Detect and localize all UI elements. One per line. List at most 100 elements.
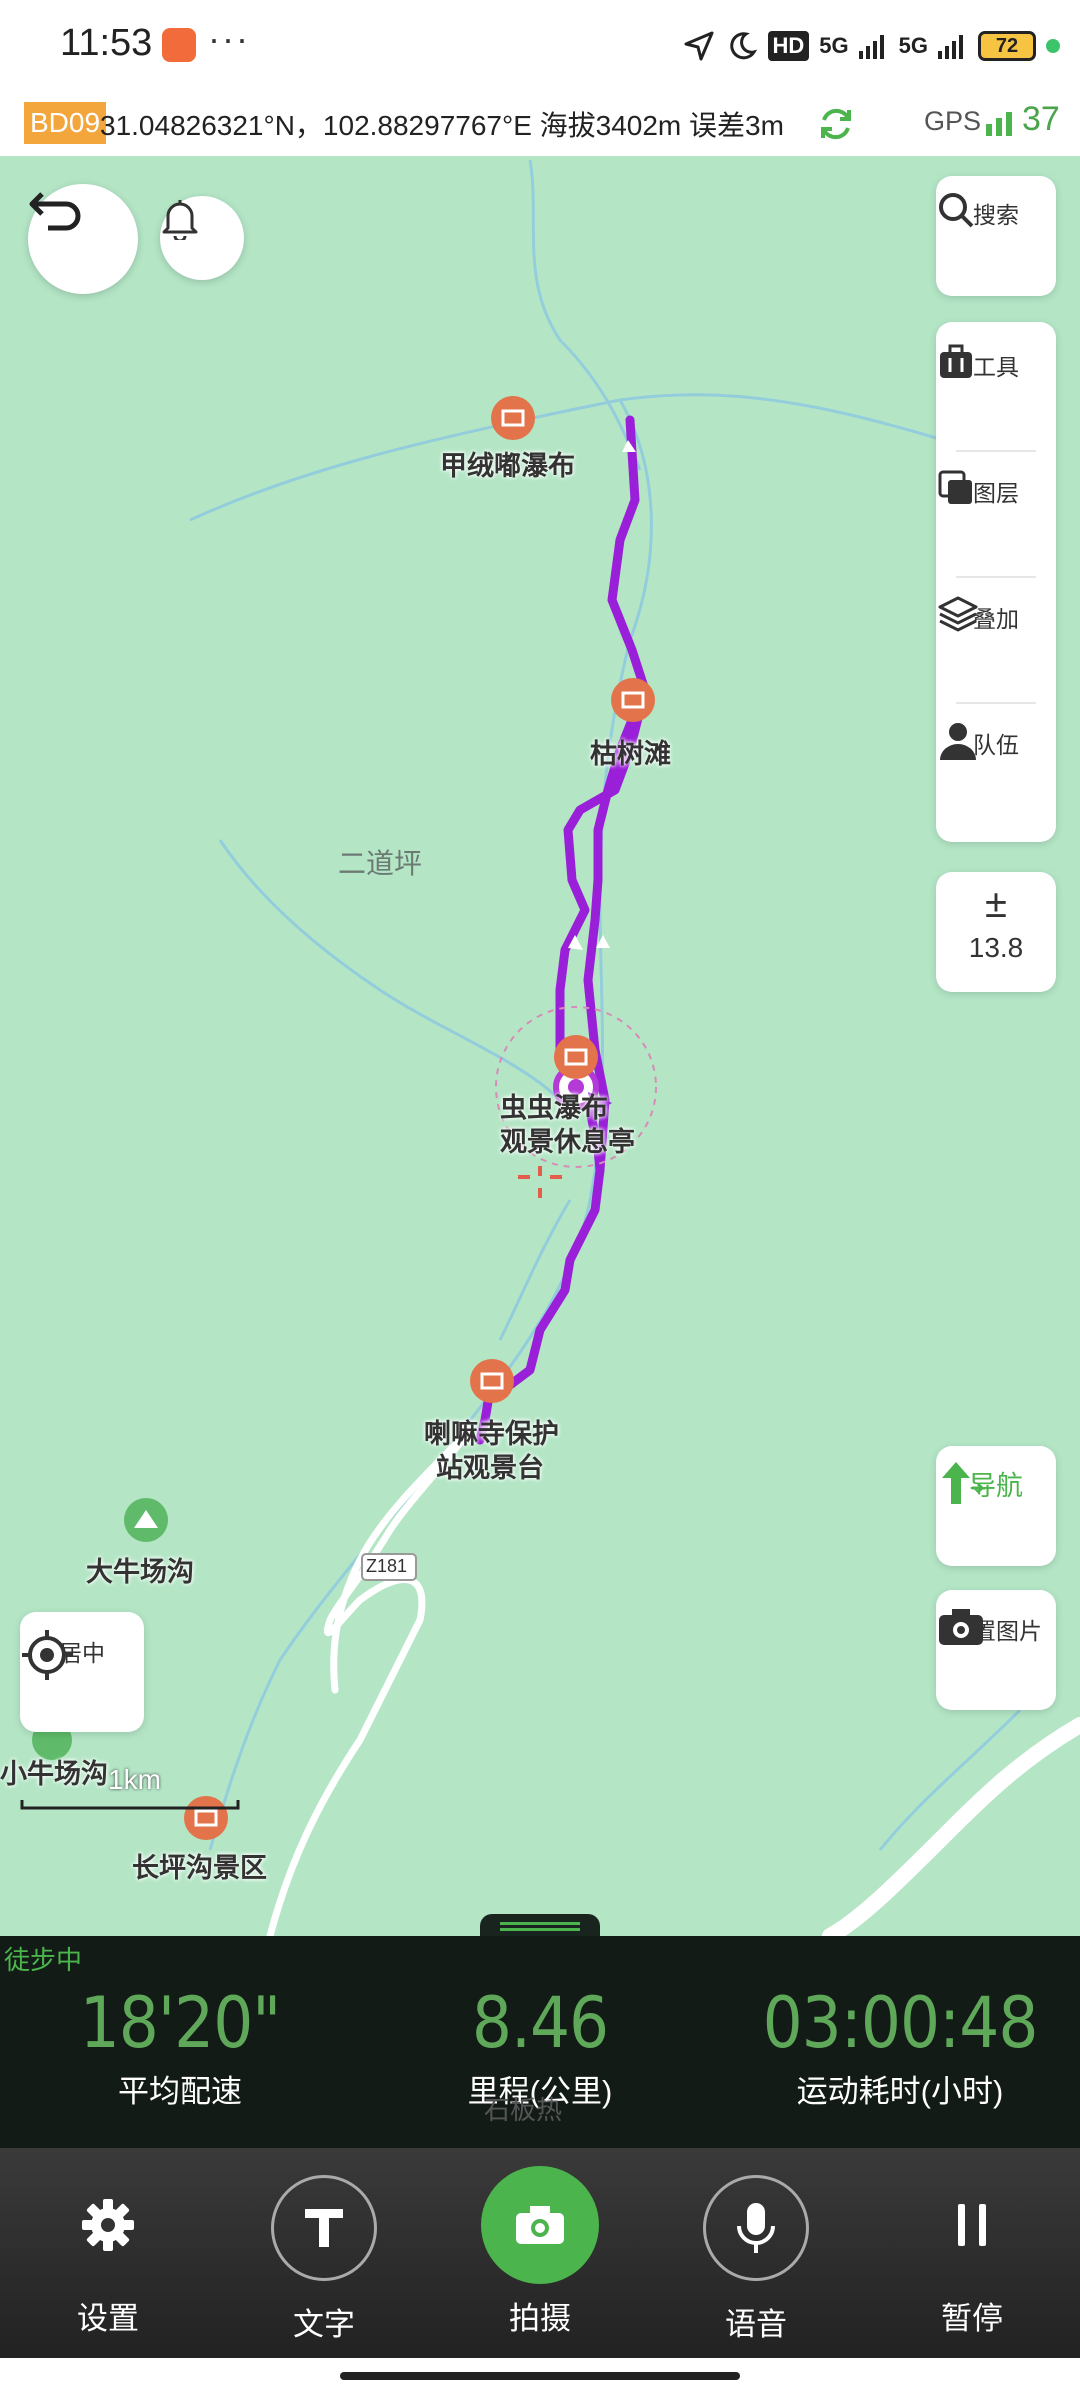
overlay-button[interactable]: 叠加 <box>936 594 1056 634</box>
status-bar: 11:53 ··· HD 5G 5G 72 <box>0 0 1080 92</box>
toolbox-icon <box>940 344 972 378</box>
settings-button[interactable]: 设置 <box>28 2175 188 2338</box>
poi-label[interactable]: 枯树滩 <box>590 732 671 771</box>
viewpoint-poi-icon <box>470 1359 514 1403</box>
search-label: 搜索 <box>973 202 1019 228</box>
valley-poi-icon <box>124 1498 168 1542</box>
voice-label: 语音 <box>725 2307 787 2342</box>
voice-button[interactable]: 语音 <box>676 2175 836 2344</box>
app-notification-icon <box>162 28 196 62</box>
coordinate-text: 31.04826321°N，102.88297767°E 海拔3402m 误差3… <box>100 110 784 141</box>
shoot-icon-wrap <box>481 2166 599 2284</box>
pace-stat: 18'20" 平均配速 <box>0 1982 360 2111</box>
moon-icon <box>729 32 757 60</box>
area-label: 二道坪 <box>338 848 423 879</box>
settings-label: 设置 <box>77 2301 139 2336</box>
voice-icon-wrap <box>703 2175 809 2281</box>
status-time: 11:53 <box>60 22 153 64</box>
tools-button[interactable]: 工具 <box>936 342 1056 382</box>
time-stat: 03:00:48 运动耗时(小时) <box>720 1982 1080 2111</box>
coordinate-bar: BD09 31.04826321°N，102.88297767°E 海拔3402… <box>0 92 1080 156</box>
refresh-icon[interactable] <box>816 104 856 144</box>
back-button[interactable] <box>28 184 138 294</box>
stack-icon <box>938 596 978 632</box>
time-label: 运动耗时(小时) <box>796 2074 1004 2109</box>
status-icons: HD 5G 5G 72 <box>682 24 1060 68</box>
poi-label[interactable]: 小牛场沟 <box>0 1752 108 1791</box>
shoot-label: 拍摄 <box>509 2301 571 2336</box>
gps-label: GPS <box>924 106 982 136</box>
poi-label[interactable]: 甲绒嘟瀑布 <box>440 444 575 483</box>
bell-icon <box>162 200 198 240</box>
waterfall-poi-icon <box>611 678 655 722</box>
scenic-poi-icon <box>184 1796 228 1840</box>
pace-label: 平均配速 <box>118 2074 242 2109</box>
navigate-arrow-icon <box>942 1462 986 1504</box>
datum-tag: BD09 <box>24 102 107 144</box>
text-label: 文字 <box>293 2307 355 2342</box>
camera-icon <box>516 2206 564 2244</box>
microphone-icon <box>737 2203 775 2253</box>
shoot-button[interactable]: 拍摄 <box>460 2166 620 2338</box>
poi-label[interactable]: 长坪沟景区 <box>132 1846 267 1885</box>
obscured-map-label: 石板热 <box>484 2095 563 2125</box>
track-line <box>475 415 650 1445</box>
battery-icon: 72 <box>978 31 1036 61</box>
zoom-icon: ± <box>985 882 1007 926</box>
notification-button[interactable] <box>160 196 244 280</box>
rivers <box>189 159 1041 1851</box>
camera-icon <box>939 1609 983 1645</box>
pause-label: 暂停 <box>941 2301 1003 2336</box>
text-t-icon <box>305 2209 343 2247</box>
gps-satellite-count: 37 <box>1022 100 1060 138</box>
location-photo-button[interactable]: 位置图片 <box>936 1590 1056 1710</box>
search-icon <box>939 193 974 228</box>
signal-bars-icon <box>938 35 963 59</box>
gear-icon <box>82 2199 134 2251</box>
track-arrow-icon <box>596 935 610 948</box>
text-button[interactable]: 文字 <box>244 2175 404 2344</box>
waterfall-poi-icon <box>491 396 535 440</box>
pace-value: 18'20" <box>79 1982 281 2064</box>
location-arrow-icon <box>684 31 713 61</box>
scale-label: 1km <box>108 1764 161 1795</box>
back-arrow-icon <box>29 192 81 231</box>
poi-label[interactable]: 大牛场沟 <box>86 1550 194 1589</box>
hd-icon: HD <box>767 31 810 61</box>
privacy-dot <box>1046 39 1060 53</box>
signal-5g-2: 5G <box>898 33 928 58</box>
poi-label[interactable]: 观景休息亭 <box>500 1120 635 1159</box>
navigate-button[interactable]: 导航 <box>936 1446 1056 1566</box>
more-notifications-icon: ··· <box>208 18 250 59</box>
waterfall-poi-icon <box>554 1035 598 1079</box>
zoom-level: 13.8 <box>968 932 1024 963</box>
search-button[interactable]: 搜索 <box>936 176 1056 296</box>
zoom-button[interactable]: ± 13.8 <box>936 872 1056 992</box>
pause-button[interactable]: 暂停 <box>892 2175 1052 2338</box>
layers-button[interactable]: 图层 <box>936 468 1056 508</box>
team-button[interactable]: 队伍 <box>936 720 1056 760</box>
signal-bars-icon <box>858 35 884 59</box>
pause-icon-wrap <box>922 2175 1022 2275</box>
signal-5g-1: 5G <box>819 33 849 58</box>
activity-mode: 徒步中 <box>4 1945 83 1975</box>
locate-icon <box>22 1630 72 1680</box>
center-button[interactable]: 居中 <box>20 1612 144 1732</box>
road-tag: Z181 <box>366 1556 408 1576</box>
time-value: 03:00:48 <box>762 1982 1039 2064</box>
tools-panel: 工具 图层 叠加 队伍 <box>936 322 1056 842</box>
map-crosshair-icon <box>518 1166 562 1198</box>
layers-label: 图层 <box>973 480 1019 506</box>
home-indicator[interactable] <box>340 2372 740 2380</box>
layers-icon <box>938 470 972 504</box>
poi-label[interactable]: 站观景台 <box>436 1446 544 1485</box>
distance-value: 8.46 <box>471 1982 609 2064</box>
person-icon <box>940 723 976 760</box>
map-layer <box>20 159 1080 1936</box>
settings-icon-wrap <box>58 2175 158 2275</box>
panel-drag-handle[interactable] <box>480 1914 600 1938</box>
pause-icon <box>958 2204 986 2246</box>
tools-label: 工具 <box>973 354 1019 380</box>
map-view[interactable]: 甲绒嘟瀑布 枯树滩 虫虫瀑布 观景休息亭 喇嘛寺保护 站观景台 大牛场沟 小牛场… <box>0 156 1080 1936</box>
gps-signal-icon <box>986 112 1012 136</box>
